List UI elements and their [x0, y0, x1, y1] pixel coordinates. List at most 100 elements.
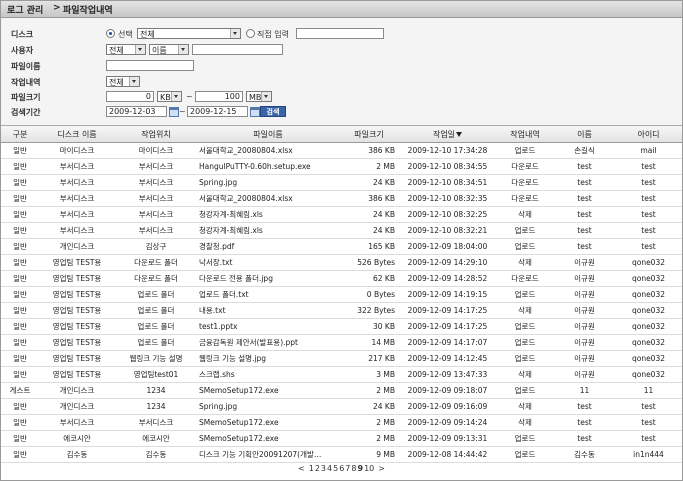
table-row[interactable]: 일반 영업팀 TEST용 업로드 폴더 금융감독원 제안서(발표용).ppt 14 MB…	[1, 334, 682, 351]
cell-type: 일반	[1, 446, 39, 463]
cell-filename: SMemoSetup172.exe	[197, 414, 339, 431]
disk-select-radio[interactable]	[106, 29, 115, 38]
table-row[interactable]: 일반 부서디스크 부서디스크 HangulPuTTY-0.60h.setup.exe 2…	[1, 158, 682, 175]
pager-page-link[interactable]: 8	[351, 464, 356, 473]
cell-action: 삭제	[496, 398, 554, 415]
disk-select-value: 전체	[140, 30, 155, 39]
pager-page-link[interactable]: 10	[364, 464, 374, 473]
table-row[interactable]: 일반 영업팀 TEST용 업로드 폴더 test1.pptx 30 KB 2009-12-…	[1, 318, 682, 335]
cell-action: 업로드	[496, 430, 554, 447]
user-scope-select[interactable]: 전체	[106, 44, 146, 55]
cell-location: 다운로드 폴더	[115, 254, 197, 271]
cell-filename: HangulPuTTY-0.60h.setup.exe	[197, 158, 339, 175]
table-row[interactable]: 일반 부서디스크 부서디스크 SMemoSetup172.exe 2 MB 2009-12…	[1, 414, 682, 431]
chevron-down-icon	[230, 29, 240, 38]
pager-next-button[interactable]: >	[378, 464, 385, 473]
pager-page-link[interactable]: 3	[321, 464, 326, 473]
cell-filename: 디스크 기능 기획안20091207(개발…	[197, 446, 339, 463]
cell-type: 게스트	[1, 382, 39, 399]
cell-filename: SMemoSetup172.exe	[197, 430, 339, 447]
cell-disk: 부서디스크	[39, 158, 115, 175]
table-body: 일반 마이디스크 마이디스크 서울대학교_20080804.xlsx 386 KB 200…	[1, 142, 682, 463]
table-row[interactable]: 일반 부서디스크 부서디스크 청강자계-최혜림.xls 24 KB 2009-12-10 …	[1, 206, 682, 223]
cell-filesize: 386 KB	[339, 142, 399, 159]
cell-action: 업로드	[496, 318, 554, 335]
cell-type: 일반	[1, 238, 39, 255]
cell-date: 2009-12-09 09:16:09	[399, 398, 496, 415]
pager-page-link[interactable]: 2	[315, 464, 320, 473]
pager-page-link[interactable]: 1	[309, 464, 314, 473]
column-header-date[interactable]: 작업일	[399, 126, 496, 143]
cell-id: test	[615, 430, 682, 447]
cell-filesize: 2 MB	[339, 430, 399, 447]
cell-location: 부서디스크	[115, 222, 197, 239]
action-select[interactable]: 전체	[106, 76, 140, 87]
column-header-name[interactable]: 이름	[554, 126, 615, 143]
column-header-type[interactable]: 구분	[1, 126, 39, 143]
cell-name: 김수동	[554, 446, 615, 463]
disk-select[interactable]: 전체	[137, 28, 241, 39]
calendar-icon[interactable]	[169, 107, 179, 117]
cell-action: 업로드	[496, 286, 554, 303]
table-row[interactable]: 게스트 개인디스크 1234 SMemoSetup172.exe 2 MB 2009-12…	[1, 382, 682, 399]
user-input[interactable]	[192, 44, 283, 55]
cell-location: 부서디스크	[115, 190, 197, 207]
cell-type: 일반	[1, 430, 39, 447]
calendar-icon[interactable]	[250, 107, 260, 117]
column-header-filename[interactable]: 파일이름	[197, 126, 339, 143]
column-header-action[interactable]: 작업내역	[496, 126, 554, 143]
column-header-filesize[interactable]: 파일크기	[339, 126, 399, 143]
cell-date: 2009-12-10 08:34:51	[399, 174, 496, 191]
table-row[interactable]: 일반 영업팀 TEST용 웹링크 기능 설명 웹링크 기능 설명.jpg 217 KB 2…	[1, 350, 682, 367]
cell-filesize: 386 KB	[339, 190, 399, 207]
pager-page-link[interactable]: 6	[339, 464, 344, 473]
filesize-min-input[interactable]: 0	[106, 91, 154, 102]
user-field-select[interactable]: 이름	[149, 44, 189, 55]
table-row[interactable]: 일반 마이디스크 마이디스크 서울대학교_20080804.xlsx 386 KB 200…	[1, 142, 682, 159]
pager-page-link[interactable]: 4	[327, 464, 332, 473]
cell-action: 업로드	[496, 350, 554, 367]
table-row[interactable]: 일반 영업팀 TEST용 업로드 폴더 업로드 폴더.txt 0 Bytes 2009-1…	[1, 286, 682, 303]
cell-name: 이규원	[554, 254, 615, 271]
table-row[interactable]: 일반 부서디스크 부서디스크 Spring.jpg 24 KB 2009-12-10 08…	[1, 174, 682, 191]
pager-page-link[interactable]: 5	[333, 464, 338, 473]
period-to-input[interactable]: 2009-12-15	[187, 106, 248, 117]
cell-location: 김수동	[115, 446, 197, 463]
filesize-max-unit-select[interactable]: MB	[246, 91, 272, 102]
table-row[interactable]: 일반 영업팀 TEST용 업로드 폴더 내용.txt 322 Bytes 2009-12-…	[1, 302, 682, 319]
pagination: < 12345678910 >	[1, 464, 682, 473]
filesize-min-unit-select[interactable]: KB	[157, 91, 182, 102]
cell-filesize: 0 Bytes	[339, 286, 399, 303]
table-row[interactable]: 일반 김수동 김수동 디스크 기능 기획안20091207(개발… 9 MB 2009-1…	[1, 446, 682, 463]
disk-direct-radio[interactable]	[246, 29, 255, 38]
column-header-location[interactable]: 작업위치	[115, 126, 197, 143]
pager-page-link[interactable]: 7	[345, 464, 350, 473]
period-from-input[interactable]: 2009-12-03	[106, 106, 167, 117]
table-row[interactable]: 일반 부서디스크 부서디스크 청강자계-최혜림.xls 24 KB 2009-12-10 …	[1, 222, 682, 239]
cell-action: 업로드	[496, 334, 554, 351]
table-row[interactable]: 일반 에코시안 에코시안 SMemoSetup172.exe 2 MB 2009-12-0…	[1, 430, 682, 447]
table-row[interactable]: 일반 개인디스크 김상구 경찰청.pdf 165 KB 2009-12-09 18:04:…	[1, 238, 682, 255]
pager-pages: 12345678910	[308, 464, 375, 473]
cell-filename: 서울대학교_20080804.xlsx	[197, 142, 339, 159]
search-button[interactable]: 검색	[260, 106, 286, 117]
filesize-max-input[interactable]: 100	[195, 91, 243, 102]
filename-input[interactable]	[106, 60, 194, 71]
user-scope-value: 전체	[109, 46, 124, 55]
table-row[interactable]: 일반 부서디스크 부서디스크 서울대학교_20080804.xlsx 386 KB 200…	[1, 190, 682, 207]
file-log-table: 구분 디스크 이름 작업위치 파일이름 파일크기 작업일 작업내역 이름 아이디…	[1, 126, 682, 463]
pager-page-link[interactable]: 9	[357, 464, 363, 473]
cell-location: 웹링크 기능 설명	[115, 350, 197, 367]
pager-prev-button[interactable]: <	[298, 464, 305, 473]
column-header-disk[interactable]: 디스크 이름	[39, 126, 115, 143]
cell-type: 일반	[1, 254, 39, 271]
cell-location: 업로드 폴더	[115, 302, 197, 319]
cell-filename: 서울대학교_20080804.xlsx	[197, 190, 339, 207]
disk-direct-input[interactable]	[296, 28, 384, 39]
table-row[interactable]: 일반 개인디스크 1234 Spring.jpg 24 KB 2009-12-09 09:…	[1, 398, 682, 415]
column-header-id[interactable]: 아이디	[615, 126, 682, 143]
table-row[interactable]: 일반 영업팀 TEST용 영업팀test01 스크랩.shs 3 MB 2009-12-0…	[1, 366, 682, 383]
cell-id: test	[615, 238, 682, 255]
table-row[interactable]: 일반 영업팀 TEST용 다운로드 폴더 낙서장.txt 526 Bytes 2009-1…	[1, 254, 682, 271]
table-row[interactable]: 일반 영업팀 TEST용 다운로드 폴더 다운로드 전용 폴더.jpg 62 KB 200…	[1, 270, 682, 287]
